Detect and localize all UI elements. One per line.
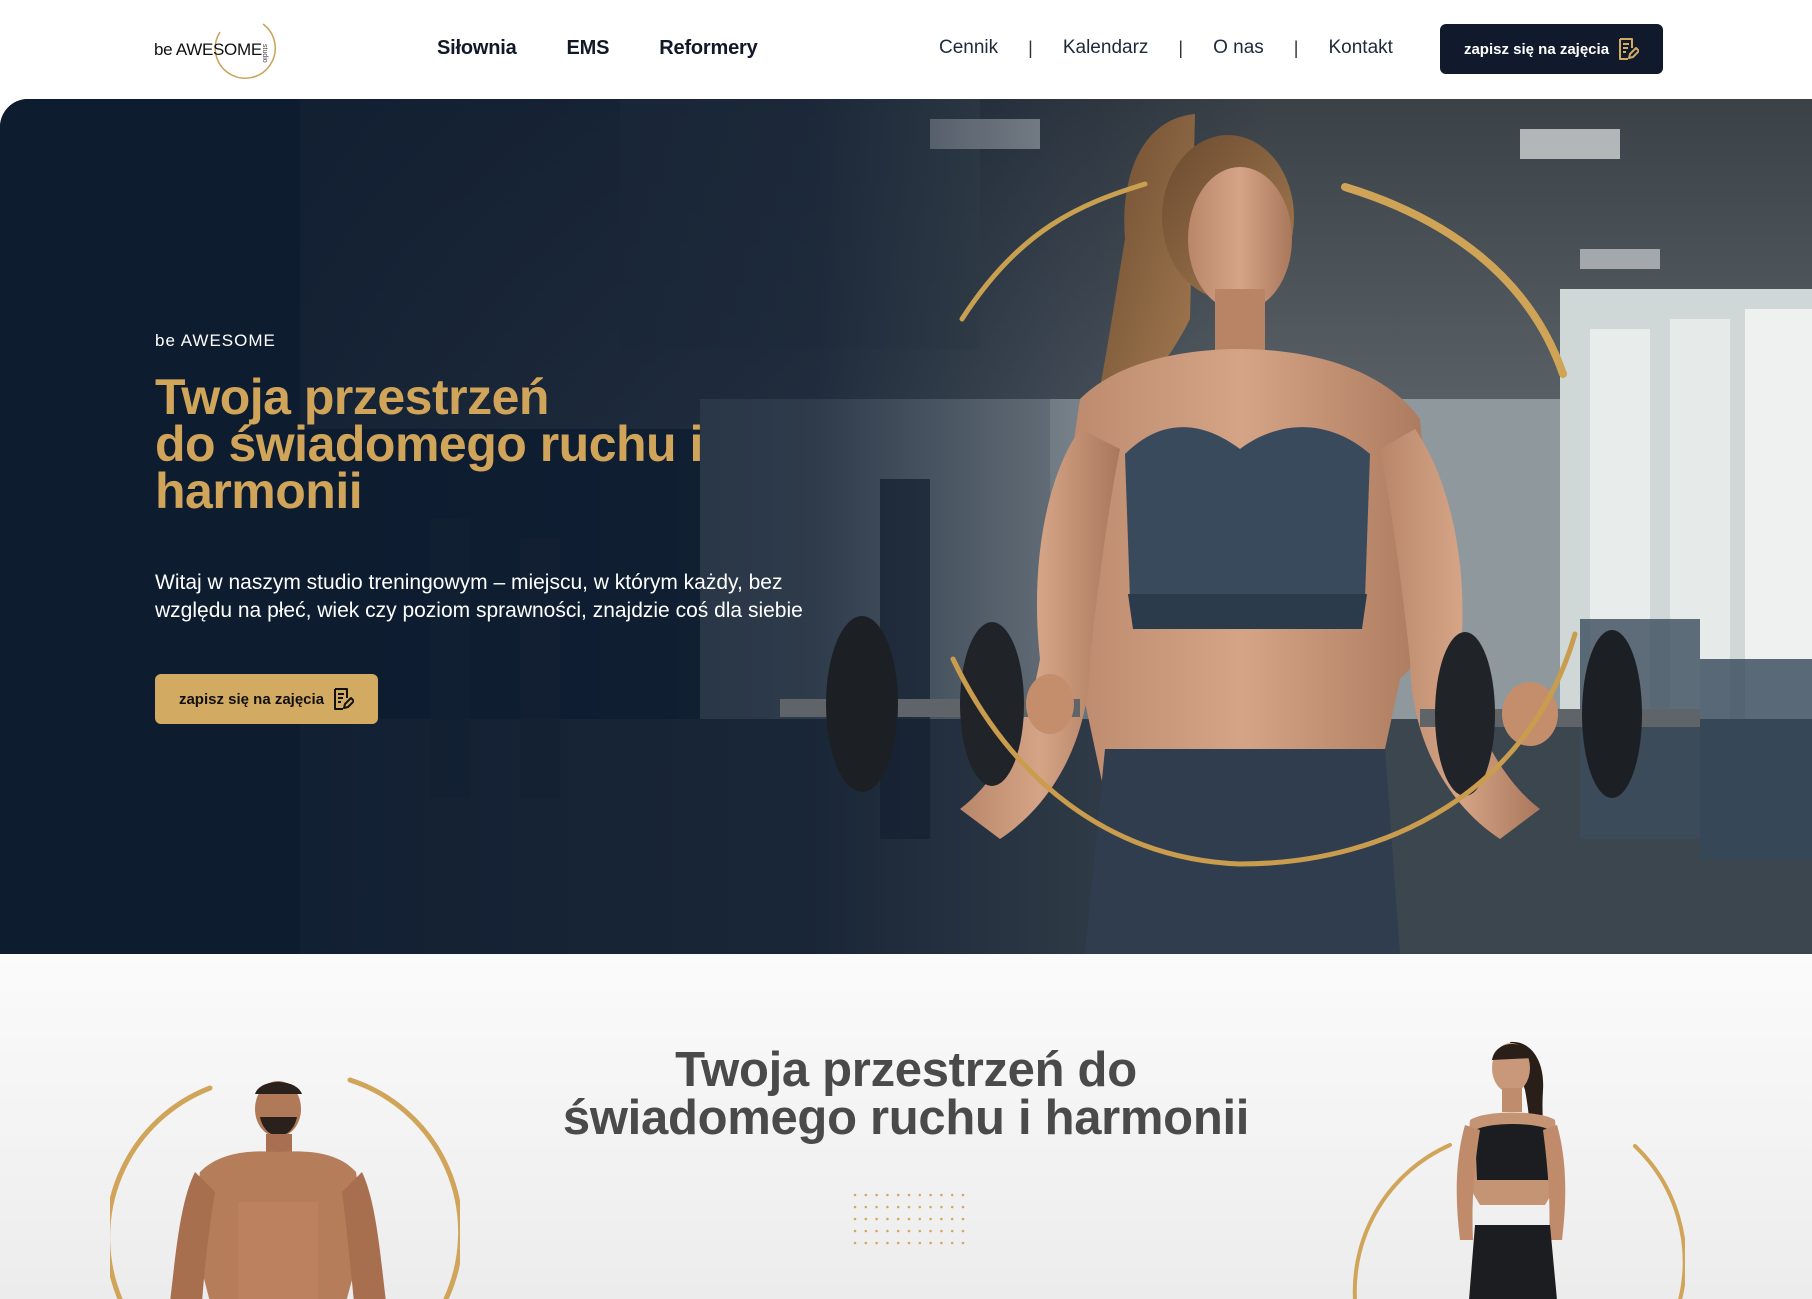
intro-title-line: świadomego ruchu i harmonii <box>562 1091 1250 1145</box>
hero-eyebrow: be AWESOME <box>155 331 276 350</box>
nav-separator: | <box>1178 37 1184 58</box>
edit-document-icon <box>1619 38 1640 60</box>
logo-name: AWESOME <box>175 40 262 59</box>
man-trainer-image <box>110 1077 460 1299</box>
decorative-dot-grid <box>853 1193 965 1245</box>
decorative-dot <box>907 1217 911 1221</box>
decorative-dot <box>896 1205 900 1209</box>
decorative-dot <box>929 1193 932 1197</box>
decorative-dot <box>940 1193 943 1197</box>
decorative-dot <box>864 1229 868 1233</box>
decorative-dot <box>940 1229 943 1233</box>
intro-section: Twoja przestrzeń do świadomego ruchu i h… <box>0 954 1812 1299</box>
woman-trainer-image <box>1352 1041 1685 1299</box>
decorative-dot <box>853 1217 857 1221</box>
decorative-dot <box>918 1193 922 1197</box>
hero-description: Witaj w naszym studio treningowym – miej… <box>155 571 803 622</box>
header-signup-label: zapisz się na zajęcia <box>1463 40 1610 58</box>
decorative-dot <box>864 1241 868 1245</box>
hero-signup-label: zapisz się na zajęcia <box>178 690 325 708</box>
decorative-dot <box>886 1193 889 1197</box>
hero-title: Twoja przestrzeń do świadomego ruchu i h… <box>155 369 795 519</box>
nav-reformery[interactable]: Reformery <box>659 37 757 60</box>
hero-title-line: Twoja przestrzeń <box>155 369 549 425</box>
nav-kontakt[interactable]: Kontakt <box>1328 37 1392 59</box>
edit-document-icon <box>334 688 355 710</box>
decorative-dot <box>950 1217 954 1221</box>
header-signup-button[interactable]: zapisz się na zajęcia <box>1440 24 1663 74</box>
decorative-dot <box>907 1241 911 1245</box>
decorative-dot <box>940 1205 943 1209</box>
decorative-dot <box>886 1241 889 1245</box>
site-header: be AWESOME studio Siłownia EMS Reformery… <box>0 0 1812 99</box>
decorative-dot <box>929 1241 932 1245</box>
nav-cennik[interactable]: Cennik <box>939 37 998 59</box>
decorative-dot <box>929 1229 932 1233</box>
hero-section: be AWESOME Twoja przestrzeń do świadomeg… <box>0 99 1812 954</box>
decorative-dot <box>929 1205 932 1209</box>
decorative-dot <box>940 1241 943 1245</box>
logo-prefix: be <box>154 40 173 59</box>
nav-silownia[interactable]: Siłownia <box>437 37 517 60</box>
decorative-dot <box>907 1193 911 1197</box>
decorative-dot <box>853 1229 857 1233</box>
decorative-dot <box>896 1229 900 1233</box>
decorative-dot <box>864 1193 868 1197</box>
decorative-dot <box>961 1193 965 1197</box>
decorative-dot <box>929 1217 932 1221</box>
decorative-dot <box>896 1193 900 1197</box>
decorative-dot <box>853 1205 857 1209</box>
decorative-dot <box>918 1241 922 1245</box>
decorative-dot <box>950 1205 954 1209</box>
decorative-dot <box>886 1205 889 1209</box>
logo[interactable]: be AWESOME studio <box>154 14 284 84</box>
hero-signup-button[interactable]: zapisz się na zajęcia <box>155 674 378 724</box>
decorative-dot <box>864 1217 868 1221</box>
decorative-dot <box>875 1205 878 1209</box>
decorative-dot <box>875 1241 878 1245</box>
decorative-dot <box>918 1205 922 1209</box>
decorative-dot <box>853 1241 857 1245</box>
decorative-dot <box>961 1241 965 1245</box>
main-nav: Siłownia EMS Reformery <box>437 37 758 60</box>
decorative-dot <box>961 1217 965 1221</box>
nav-separator: | <box>1028 37 1033 58</box>
decorative-dot <box>875 1229 878 1233</box>
logo-sub: studio <box>261 44 268 63</box>
decorative-dot <box>950 1241 954 1245</box>
decorative-dot <box>918 1229 922 1233</box>
decorative-dot <box>940 1217 943 1221</box>
decorative-dot <box>961 1205 965 1209</box>
decorative-dot <box>886 1217 889 1221</box>
nav-kalendarz[interactable]: Kalendarz <box>1063 37 1149 59</box>
intro-title: Twoja przestrzeń do świadomego ruchu i h… <box>456 1043 1356 1145</box>
decorative-dot <box>950 1193 954 1197</box>
hero-title-line: harmonii <box>155 463 363 519</box>
decorative-dot <box>886 1229 889 1233</box>
nav-separator: | <box>1293 37 1299 58</box>
decorative-dot <box>950 1229 954 1233</box>
logo-wordmark: be AWESOME <box>154 40 262 60</box>
decorative-dot <box>918 1217 922 1221</box>
nav-ems[interactable]: EMS <box>567 37 610 60</box>
decorative-dot <box>907 1205 911 1209</box>
decorative-dot <box>875 1217 878 1221</box>
secondary-nav: Cennik | Kalendarz | O nas | Kontakt <box>939 37 1393 59</box>
decorative-dot <box>853 1193 857 1197</box>
hero-background-image <box>0 99 1812 954</box>
decorative-dot <box>875 1193 878 1197</box>
decorative-dot <box>896 1217 900 1221</box>
decorative-dot <box>864 1205 868 1209</box>
decorative-dot <box>896 1241 900 1245</box>
decorative-dot <box>907 1229 911 1233</box>
intro-title-line: Twoja przestrzeń do <box>675 1043 1137 1097</box>
hero-title-line: do świadomego ruchu i <box>155 416 703 472</box>
decorative-dot <box>961 1229 965 1233</box>
nav-o-nas[interactable]: O nas <box>1213 37 1264 59</box>
